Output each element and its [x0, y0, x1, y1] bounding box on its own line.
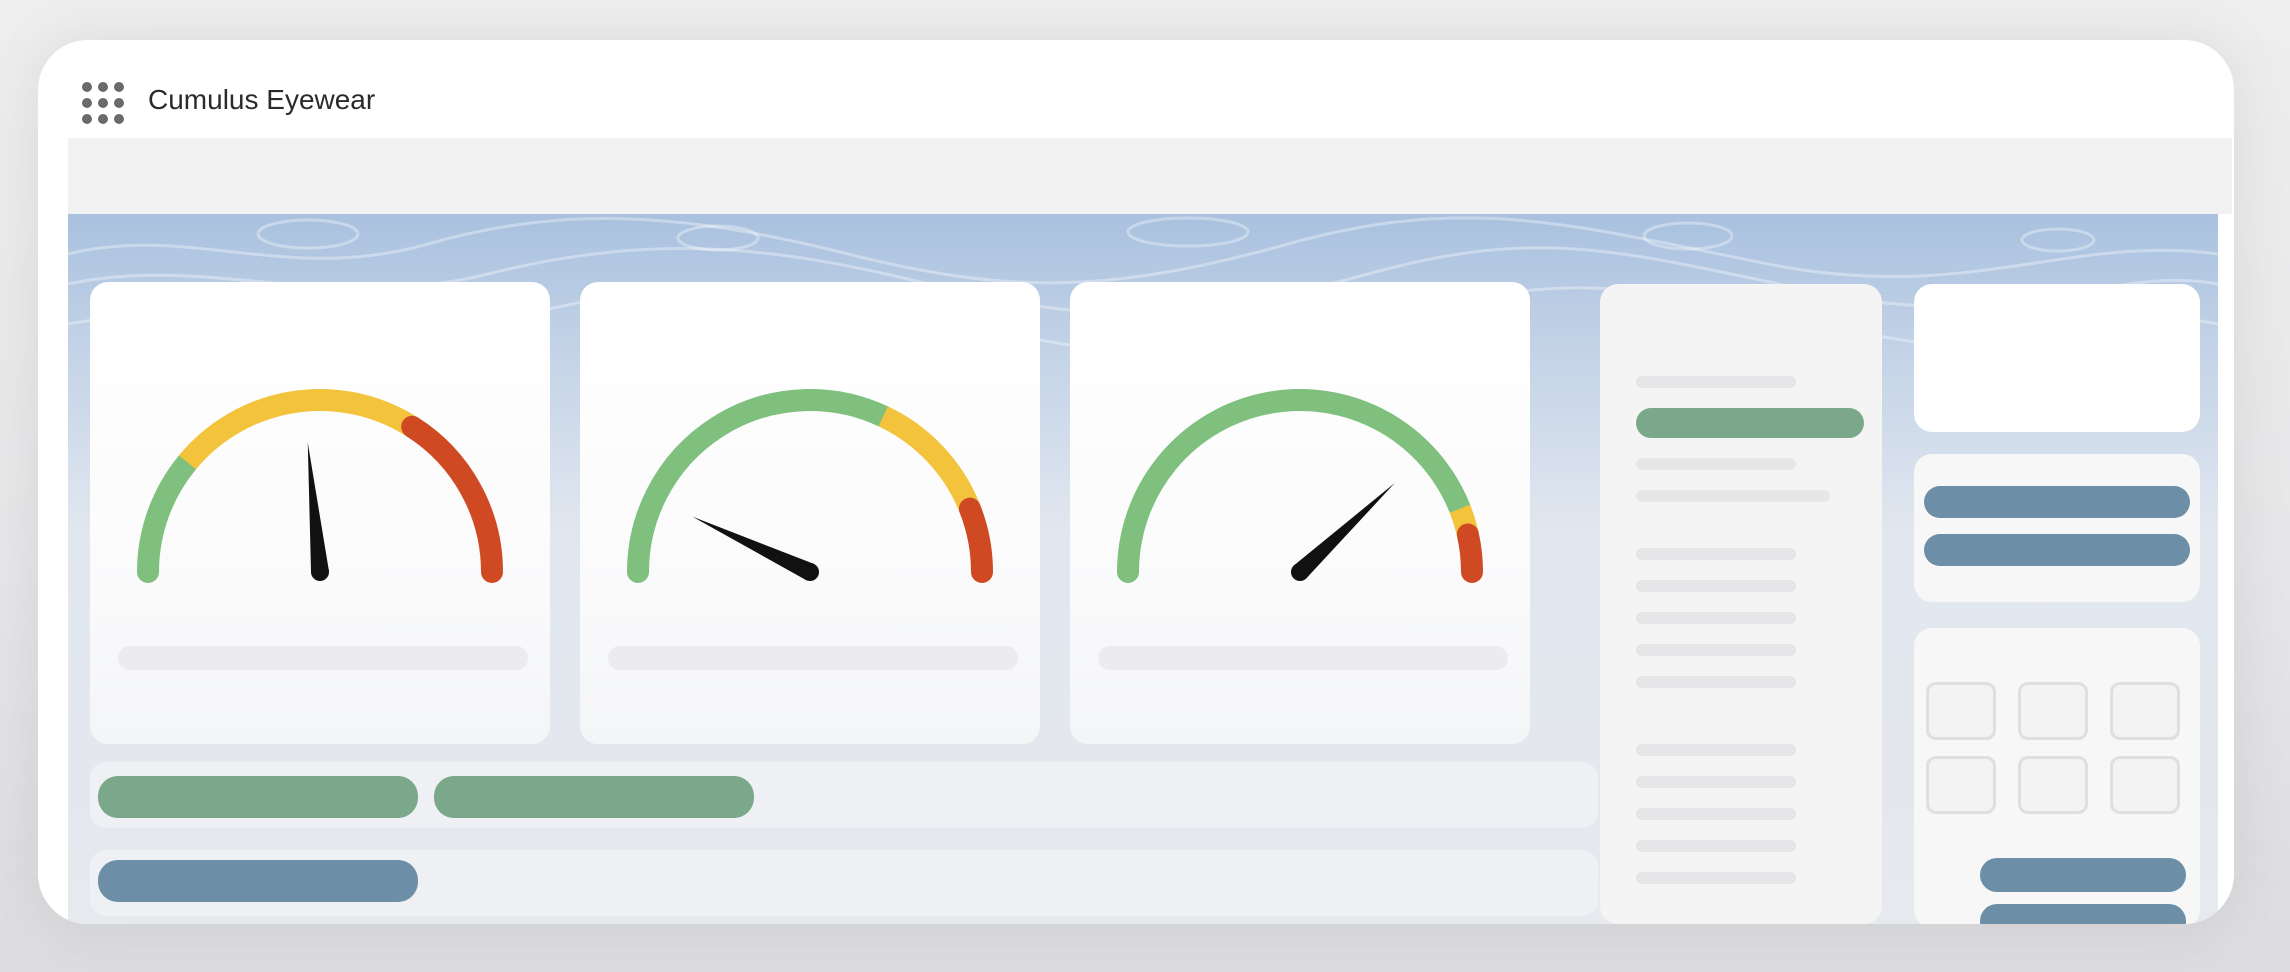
gauge-needle	[307, 442, 329, 573]
gauge-needle-hub	[801, 563, 819, 581]
gauge-needle	[692, 516, 814, 581]
list-line-placeholder	[1636, 458, 1796, 470]
list-line-placeholder	[1636, 840, 1796, 852]
action-row-2	[90, 850, 1598, 916]
gauge-card-3[interactable]	[1070, 282, 1530, 744]
blue-action-button[interactable]	[1980, 858, 2186, 892]
gauge-zone-red	[958, 497, 993, 583]
gauge-label-placeholder	[1098, 646, 1508, 670]
grid-tile[interactable]	[2110, 756, 2180, 814]
grid-tile[interactable]	[2110, 682, 2180, 740]
action-row-1	[90, 762, 1598, 828]
gauge-zone-red	[1456, 523, 1483, 583]
list-line-placeholder	[1636, 776, 1796, 788]
action-panel	[1914, 454, 2200, 602]
green-pill-button[interactable]	[434, 776, 754, 818]
dashboard-content	[68, 214, 2218, 924]
gauge-zone-green	[1117, 389, 1471, 583]
list-line-placeholder	[1636, 580, 1796, 592]
tile-grid-panel	[1914, 628, 2200, 924]
app-launcher-grid-icon[interactable]	[82, 82, 124, 124]
side-list-card	[1600, 284, 1882, 924]
app-window: Cumulus Eyewear	[38, 40, 2234, 924]
blue-action-button[interactable]	[1924, 534, 2190, 566]
blue-action-button[interactable]	[1924, 486, 2190, 518]
green-pill-button[interactable]	[98, 776, 418, 818]
grid-tile[interactable]	[1926, 756, 1996, 814]
blue-action-button[interactable]	[1980, 904, 2186, 924]
list-line-placeholder	[1636, 676, 1796, 688]
gauge-1	[137, 389, 503, 583]
app-title: Cumulus Eyewear	[148, 84, 376, 115]
blue-pill-button[interactable]	[98, 860, 418, 902]
gauge-card-1[interactable]	[90, 282, 550, 744]
list-line-placeholder	[1636, 808, 1796, 820]
app-header: Cumulus Eyewear	[38, 40, 2234, 138]
gauge-needle-hub	[1291, 563, 1309, 581]
grid-tile[interactable]	[2018, 682, 2088, 740]
gauge-2	[627, 389, 993, 583]
list-line-placeholder	[1636, 376, 1796, 388]
summary-panel	[1914, 284, 2200, 432]
gauge-zone-red	[401, 415, 503, 583]
list-line-placeholder	[1636, 612, 1796, 624]
gauge-label-placeholder	[118, 646, 528, 670]
gauge-zone-green	[137, 451, 199, 583]
list-line-placeholder	[1636, 644, 1796, 656]
list-line-placeholder	[1636, 744, 1796, 756]
gauge-label-placeholder	[608, 646, 1018, 670]
gauge-needle	[1293, 483, 1395, 579]
grid-tile[interactable]	[1926, 682, 1996, 740]
gauge-zone-yellow	[179, 389, 419, 470]
gauge-3	[1117, 389, 1483, 583]
gauge-card-2[interactable]	[580, 282, 1040, 744]
list-line-placeholder	[1636, 872, 1796, 884]
green-highlight-bar[interactable]	[1636, 408, 1864, 438]
list-line-placeholder	[1636, 490, 1830, 502]
grid-tile[interactable]	[2018, 756, 2088, 814]
navigation-bar	[68, 138, 2232, 214]
gauge-zone-yellow	[878, 406, 981, 513]
list-line-placeholder	[1636, 548, 1796, 560]
gauge-needle-hub	[311, 563, 329, 581]
